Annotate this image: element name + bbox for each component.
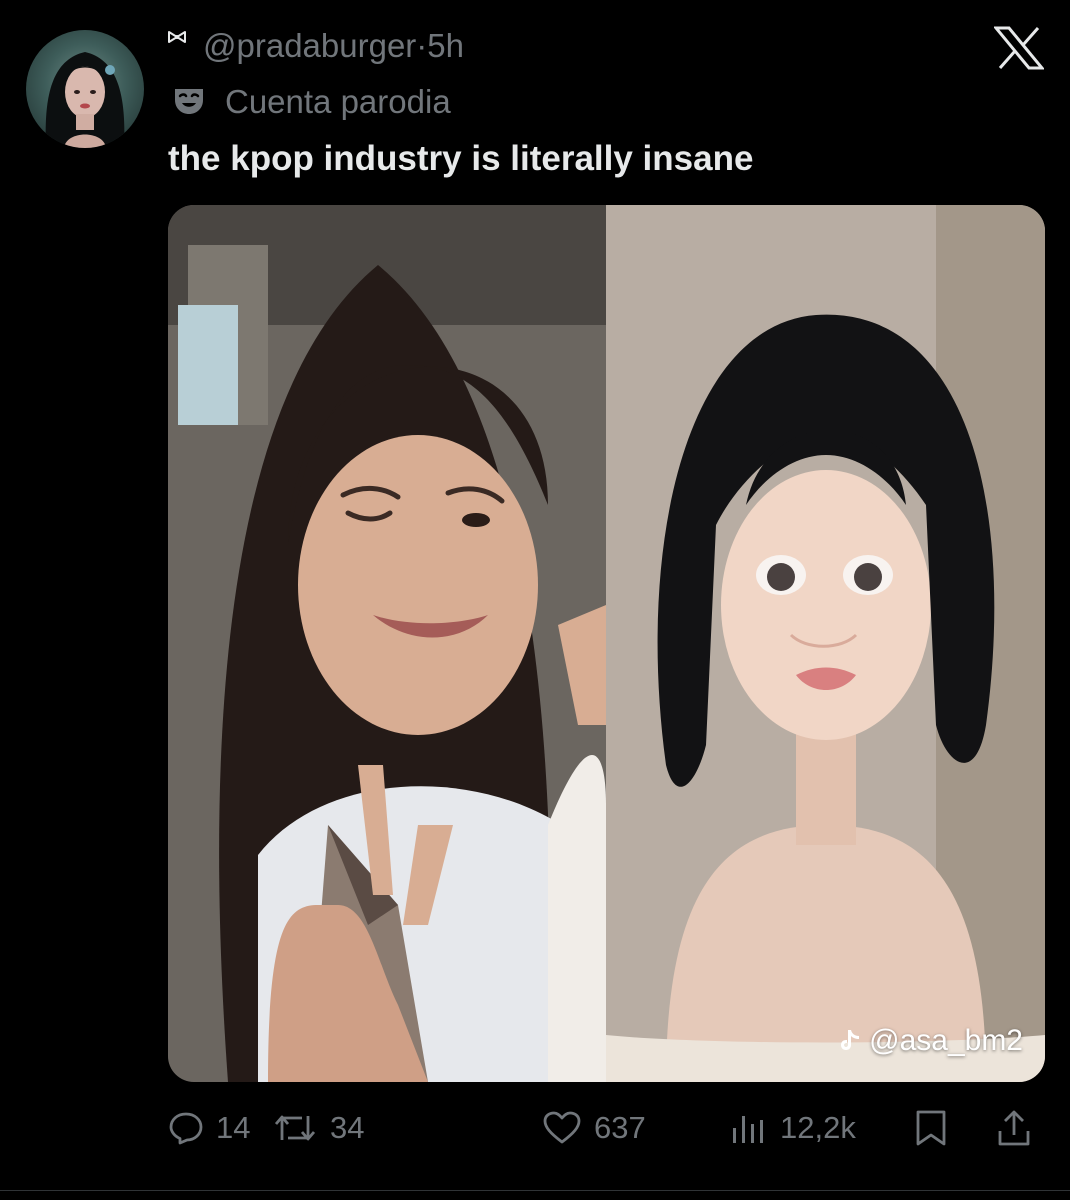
parody-account-label: Cuenta parodia: [225, 83, 451, 120]
tweet-text: the kpop industry is literally insane: [168, 139, 754, 178]
share-icon: [998, 1110, 1030, 1146]
selfie-peace-sign-photo[interactable]: [168, 205, 606, 1082]
media-watermark: @asa_bm2: [839, 1024, 1023, 1058]
heart-icon: [543, 1111, 581, 1144]
repost-button[interactable]: 34: [272, 1102, 364, 1154]
divider: [0, 1190, 1070, 1191]
reply-button[interactable]: 14: [168, 1102, 250, 1154]
like-count: 637: [594, 1110, 646, 1145]
bookmark-button[interactable]: [914, 1102, 948, 1154]
repost-icon: [274, 1115, 316, 1141]
x-logo: [994, 26, 1044, 70]
like-button[interactable]: 637: [542, 1102, 646, 1154]
bow-icon: [168, 31, 186, 43]
bookmark-icon: [916, 1110, 946, 1146]
tweet-action-bar: 14 34 637 12,2k: [168, 1102, 1045, 1154]
reply-count: 14: [216, 1110, 251, 1145]
tweet-media[interactable]: @asa_bm2: [168, 205, 1045, 1082]
reply-icon: [169, 1112, 203, 1145]
watermark-handle: @asa_bm2: [869, 1024, 1023, 1057]
author-handle[interactable]: @pradaburger: [203, 27, 416, 64]
views-count: 12,2k: [780, 1110, 856, 1145]
tweet-meta: @pradaburger·5h: [203, 26, 464, 66]
analytics-icon: [733, 1116, 763, 1143]
user-avatar[interactable]: [26, 30, 144, 148]
tiktok-icon: [841, 1030, 860, 1050]
views-button[interactable]: 12,2k: [728, 1102, 856, 1154]
theater-mask-icon: [175, 89, 203, 114]
portrait-short-black-hair-photo[interactable]: [606, 205, 1045, 1082]
meta-separator: ·: [416, 27, 428, 64]
tweet-timestamp[interactable]: 5h: [427, 27, 464, 64]
repost-count: 34: [330, 1110, 365, 1145]
share-button[interactable]: [996, 1102, 1032, 1154]
